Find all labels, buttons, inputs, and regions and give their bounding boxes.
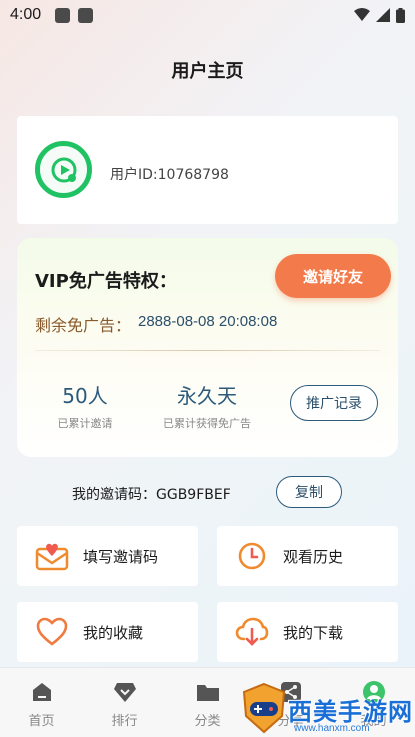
menu-watch-history[interactable]: 观看历史 (217, 526, 398, 586)
promotion-record-button[interactable]: 推广记录 (290, 385, 378, 421)
user-icon (362, 680, 386, 704)
vip-card: VIP免广告特权： 邀请好友 剩余免广告： 2888-08-08 20:08:0… (17, 238, 398, 457)
folder-icon (196, 680, 220, 704)
heart-icon (35, 615, 69, 649)
battery-icon (396, 7, 405, 23)
avatar[interactable] (35, 141, 92, 198)
stat-ad-free: 永久天 已累计获得免广告 (152, 380, 262, 431)
home-icon (30, 680, 54, 704)
tab-mine[interactable]: 我的 (332, 668, 415, 737)
invite-code-text: 我的邀请码：GGB9FBEF (72, 487, 231, 503)
notification-icon (55, 7, 71, 23)
rank-icon (113, 680, 137, 704)
menu-downloads[interactable]: 我的下载 (217, 602, 398, 662)
tab-share[interactable]: 分享 (249, 668, 332, 737)
stat-value: 永久天 (177, 384, 237, 408)
remaining-label: 剩余免广告： (35, 316, 132, 335)
notification-icon (78, 7, 94, 23)
play-icon (51, 157, 76, 182)
envelope-heart-icon (35, 539, 69, 573)
remaining-value: 2888-08-08 20:08:08 (138, 313, 278, 330)
cloud-download-icon (235, 615, 269, 649)
share-icon (279, 680, 303, 704)
tab-category[interactable]: 分类 (166, 668, 249, 737)
signal-icon (376, 8, 390, 22)
user-card: 用户ID:10768798 (17, 116, 398, 224)
vip-title: VIP免广告特权： (35, 271, 177, 292)
tab-label: 排行 (111, 714, 138, 729)
tab-rank[interactable]: 排行 (83, 668, 166, 737)
menu-fill-invite-code[interactable]: 填写邀请码 (17, 526, 198, 586)
tab-home[interactable]: 首页 (0, 668, 83, 737)
invite-code-row: 我的邀请码：GGB9FBEF 复制 (0, 476, 415, 510)
stat-label: 已累计邀请 (57, 417, 113, 430)
bottom-tab-bar: 首页 排行 分类 分享 我的 (0, 667, 415, 737)
page-title: 用户主页 (171, 61, 244, 82)
stat-label: 已累计获得免广告 (163, 417, 251, 430)
tab-label: 首页 (28, 714, 55, 729)
wifi-icon (354, 8, 370, 21)
status-bar: 4:00 (0, 0, 415, 30)
stat-invited: 50人 已累计邀请 (45, 380, 125, 431)
menu-label: 我的收藏 (83, 623, 144, 642)
stat-value: 50人 (62, 384, 108, 408)
clock-icon (235, 539, 269, 573)
menu-label: 我的下载 (283, 623, 344, 642)
divider (35, 350, 380, 351)
menu-label: 观看历史 (283, 547, 344, 566)
menu-favorites[interactable]: 我的收藏 (17, 602, 198, 662)
copy-button[interactable]: 复制 (276, 476, 342, 508)
tab-label: 我的 (360, 714, 387, 729)
menu-label: 填写邀请码 (83, 547, 159, 566)
user-id: 用户ID:10768798 (110, 167, 229, 183)
tab-label: 分享 (277, 714, 304, 729)
tab-label: 分类 (194, 714, 221, 729)
invite-friends-button[interactable]: 邀请好友 (275, 254, 391, 298)
status-time: 4:00 (10, 6, 42, 23)
